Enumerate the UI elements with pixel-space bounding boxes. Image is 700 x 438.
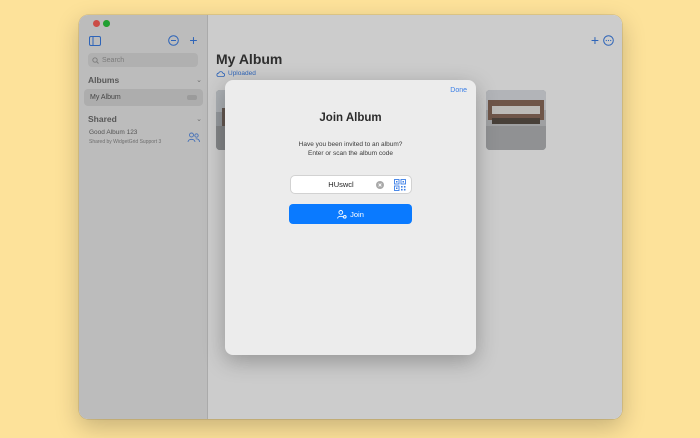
join-album-dialog: Done Join Album Have you been invited to… (225, 80, 476, 355)
album-code-field[interactable]: HUswcl (290, 175, 412, 194)
album-code-input[interactable]: HUswcl (291, 176, 373, 193)
qr-code-icon[interactable] (394, 179, 406, 191)
done-button[interactable]: Done (450, 87, 467, 94)
join-button[interactable]: Join (289, 204, 412, 224)
join-button-label: Join (350, 209, 364, 219)
dialog-description: Have you been invited to an album? Enter… (225, 140, 476, 158)
clear-icon[interactable] (376, 181, 384, 189)
dialog-description-line: Have you been invited to an album? (298, 141, 403, 148)
dialog-title: Join Album (319, 112, 382, 124)
dialog-description-line: Enter or scan the album code (308, 150, 393, 157)
app-window: + Search Albums ⌄ My Album Shared ⌄ Good… (79, 15, 622, 419)
person-add-icon (337, 209, 347, 219)
